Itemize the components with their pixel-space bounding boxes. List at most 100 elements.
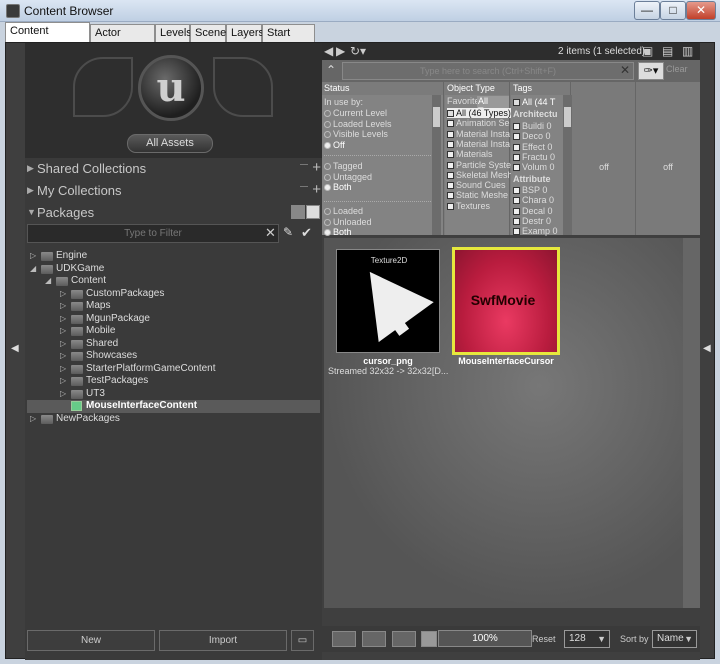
tag-option[interactable]: Decal 0 (513, 206, 553, 216)
refresh-icon[interactable]: ↻▾ (350, 44, 366, 58)
new-button[interactable]: New (27, 630, 155, 651)
tag-option[interactable]: Deco 0 (513, 131, 551, 141)
tree-row[interactable]: ▷ Shared (27, 338, 320, 351)
tree-row-selected[interactable]: MouseInterfaceContent (27, 400, 320, 413)
expand-arrow-icon[interactable]: ▷ (60, 288, 66, 300)
tree-row[interactable]: ▷ UT3 (27, 388, 320, 401)
tree-row[interactable]: ◢ Content (27, 275, 320, 288)
remove-from-collection-icon[interactable]: ▥ (682, 44, 693, 58)
tab-scene[interactable]: Scene (190, 24, 226, 42)
collapse-arrow-icon[interactable]: ◢ (45, 275, 51, 287)
object-type-option[interactable]: Static Meshe (447, 190, 508, 200)
collapse-filter-icon[interactable]: ⌃ (326, 63, 336, 77)
tag-option[interactable]: Chara 0 (513, 195, 554, 205)
tab-start-page[interactable]: Start Page (262, 24, 315, 55)
expand-arrow-icon[interactable]: ▷ (60, 363, 66, 375)
zoom-magnifier-icon[interactable] (421, 631, 437, 647)
object-type-option[interactable]: Sound Cues (447, 180, 506, 190)
scroll-thumb[interactable] (564, 107, 571, 127)
favorites-tab[interactable]: Favorite (447, 96, 480, 106)
open-folder-button[interactable]: ▭ (291, 630, 314, 651)
object-type-option[interactable]: Particle Syste (447, 160, 511, 170)
tag-option[interactable]: Destr 0 (513, 216, 551, 226)
tree-row[interactable]: ▷ StarterPlatformGameContent (27, 363, 320, 376)
status-option[interactable]: Tagged (324, 161, 363, 171)
tree-row[interactable]: ▷ Mobile (27, 325, 320, 338)
all-assets-button[interactable]: All Assets (127, 134, 213, 153)
shared-collections-header[interactable]: ▶ Shared Collections + (25, 158, 322, 180)
object-type-option[interactable]: Material Insta (447, 139, 510, 149)
tag-all[interactable]: All (44 T (513, 97, 555, 107)
tag-option[interactable]: Buildi 0 (513, 121, 552, 131)
pencil-icon[interactable]: ✎ (283, 225, 293, 239)
expand-arrow-icon[interactable]: ▷ (60, 338, 66, 350)
object-type-option[interactable]: Skeletal Mesh (447, 170, 513, 180)
collapse-left-arrow-icon[interactable]: ◀ (11, 343, 19, 354)
tree-row[interactable]: ◢ UDKGame (27, 263, 320, 276)
status-option[interactable]: Visible Levels (324, 129, 388, 139)
zoom-level[interactable]: 100% (438, 630, 532, 647)
tree-row[interactable]: ▷ TestPackages (27, 375, 320, 388)
add-to-collection-icon[interactable]: ▤ (662, 44, 673, 58)
status-option[interactable]: Untagged (324, 172, 372, 182)
remove-icon[interactable] (300, 186, 308, 187)
expand-arrow-icon[interactable]: ▷ (30, 413, 36, 425)
new-collection-icon[interactable]: ▣ (642, 44, 653, 58)
collapse-arrow-icon[interactable]: ◢ (30, 263, 36, 275)
my-collections-header[interactable]: ▶ My Collections + (25, 180, 322, 202)
object-type-option[interactable]: Material Insta (447, 129, 510, 139)
tags-scrollbar[interactable] (563, 95, 572, 235)
collapse-right-arrow-icon[interactable]: ◀ (703, 343, 711, 354)
object-type-option[interactable]: Animation Se (447, 118, 510, 128)
expand-arrow-icon[interactable]: ▷ (60, 325, 66, 337)
object-type-option[interactable]: Materials (447, 149, 493, 159)
import-button[interactable]: Import (159, 630, 287, 651)
object-type-option[interactable]: All (46 Types) (447, 108, 511, 118)
tree-view-icon[interactable] (291, 205, 305, 219)
tree-row[interactable]: ▷ NewPackages (27, 413, 320, 426)
package-filter-input[interactable]: Type to Filter (27, 224, 279, 243)
status-option[interactable]: Unloaded (324, 217, 372, 227)
packages-header[interactable]: ▼ Packages (25, 202, 322, 224)
add-collection-icon[interactable]: + (312, 159, 321, 176)
expand-arrow-icon[interactable]: ▷ (30, 250, 36, 262)
tab-actor-classes[interactable]: Actor Classes (90, 24, 155, 55)
remove-icon[interactable] (300, 164, 308, 165)
reset-zoom-button[interactable]: Reset (532, 634, 556, 644)
clear-filter-icon[interactable]: ✕ (265, 225, 276, 241)
status-option[interactable]: Both (324, 227, 352, 237)
tab-layers[interactable]: Layers (226, 24, 264, 42)
view-toggle[interactable] (290, 205, 320, 219)
back-arrow-icon[interactable]: ◀ (324, 44, 333, 58)
forward-arrow-icon[interactable]: ▶ (336, 44, 345, 58)
status-option[interactable]: Loaded (324, 206, 363, 216)
list-view-icon[interactable] (332, 631, 356, 647)
expand-arrow-icon[interactable]: ▷ (60, 388, 66, 400)
tree-row[interactable]: ▷ Engine (27, 250, 320, 263)
asset-thumbnail-selected[interactable]: SwfMovie (452, 247, 560, 355)
add-collection-icon[interactable]: + (312, 181, 321, 198)
sort-select[interactable]: Name ▼ (652, 630, 697, 648)
tree-row[interactable]: ▷ MgunPackage (27, 313, 320, 326)
status-option[interactable]: Both (324, 182, 352, 192)
status-option[interactable]: Loaded Levels (324, 119, 392, 129)
status-option[interactable]: Off (324, 140, 345, 150)
checkmark-icon[interactable]: ✔ (301, 225, 312, 241)
tag-option[interactable]: Volum 0 (513, 162, 555, 172)
expand-arrow-icon[interactable]: ▷ (60, 375, 66, 387)
expand-arrow-icon[interactable]: ▷ (60, 313, 66, 325)
search-input[interactable]: Type here to search (Ctrl+Shift+F) (342, 62, 634, 80)
tag-option[interactable]: BSP 0 (513, 185, 547, 195)
search-options-button[interactable]: ✑▾ (638, 62, 664, 80)
scroll-thumb[interactable] (433, 107, 440, 127)
tree-row[interactable]: ▷ CustomPackages (27, 288, 320, 301)
asset-grid-scrollbar[interactable] (683, 238, 700, 608)
maximize-button[interactable]: □ (660, 1, 686, 20)
tag-option[interactable]: Effect 0 (513, 142, 552, 152)
list-view-icon[interactable] (306, 205, 320, 219)
tag-option[interactable]: Examp 0 (513, 226, 558, 236)
tree-row[interactable]: ▷ Showcases (27, 350, 320, 363)
status-scrollbar[interactable] (432, 95, 441, 235)
clear-search-icon[interactable]: ✕ (620, 63, 630, 77)
object-type-option[interactable]: Textures (447, 201, 490, 211)
